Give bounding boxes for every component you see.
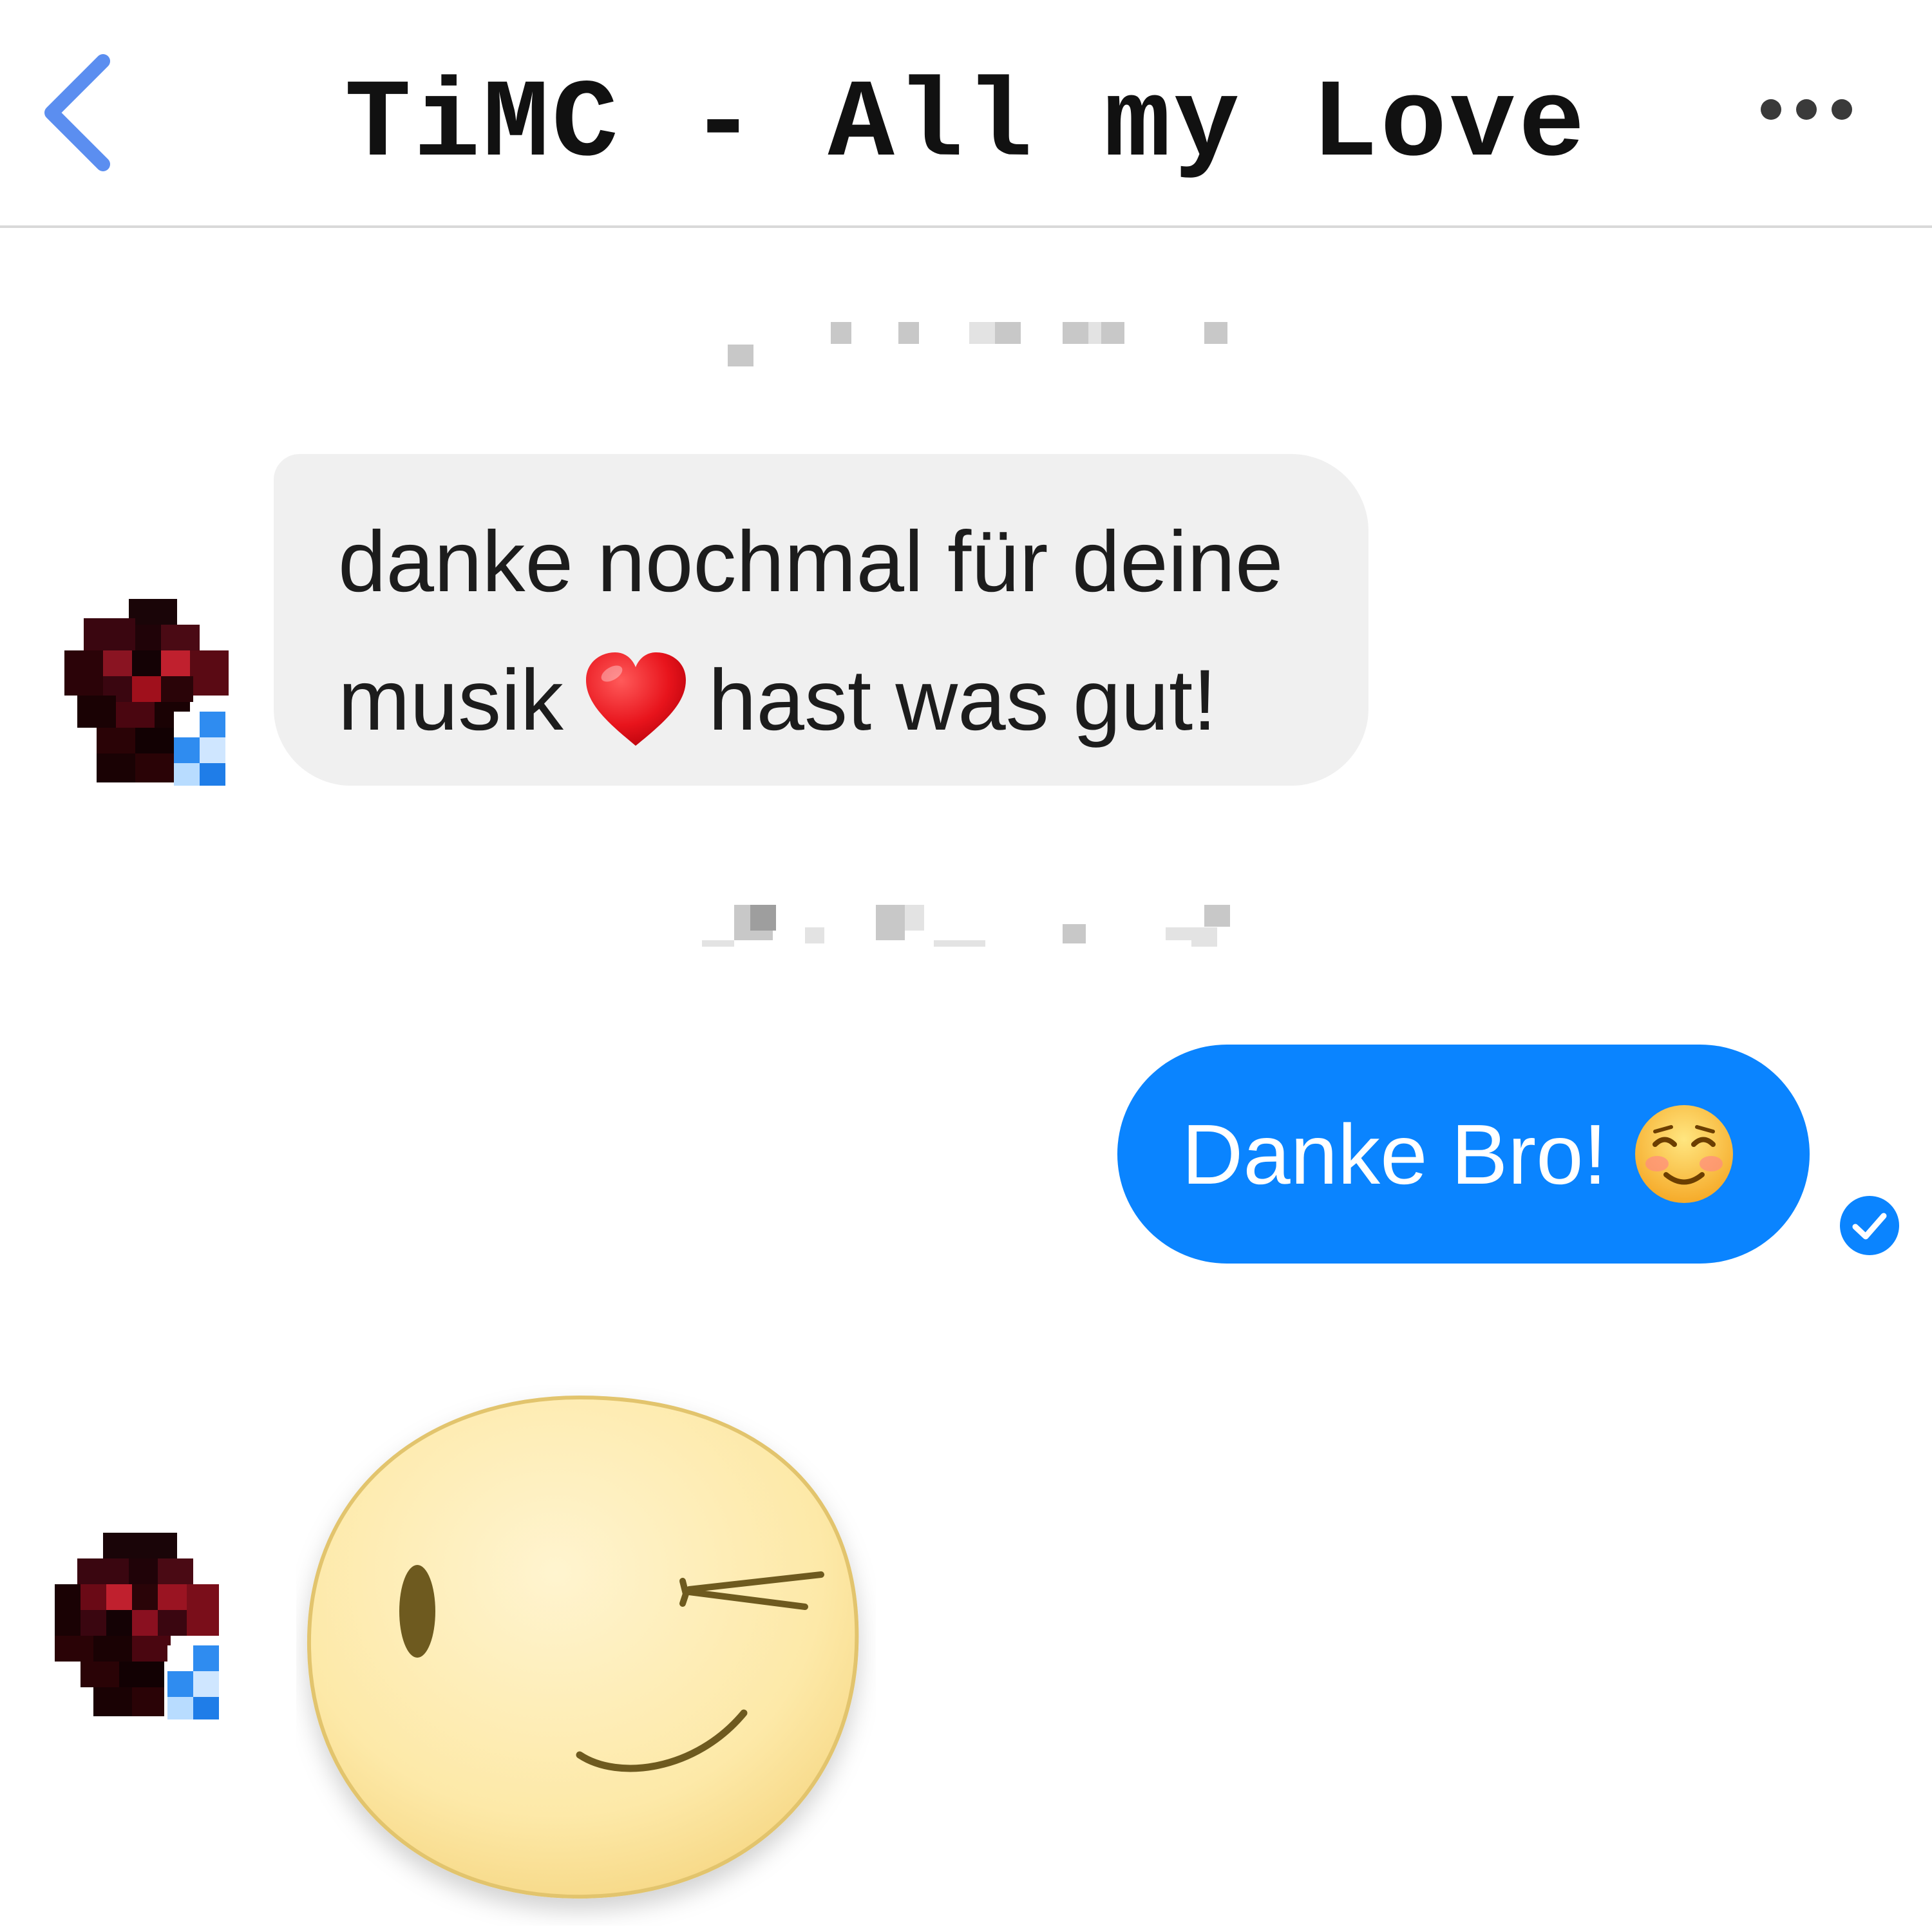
message-text-line: musik hast was gut!: [338, 631, 1323, 770]
avatar-image: [64, 599, 229, 786]
conversation-header: TiMC - All my Love: [0, 0, 1932, 228]
wink-face-sticker[interactable]: [296, 1385, 876, 1926]
message-text: Danke Bro!: [1182, 1106, 1607, 1202]
smiling-face-emoji-icon: [1633, 1103, 1736, 1206]
timestamp-redacted: [728, 316, 1230, 366]
outgoing-message-bubble[interactable]: Danke Bro!: [1117, 1045, 1810, 1264]
read-check-icon: [1839, 1195, 1900, 1256]
red-heart-emoji-icon: [583, 649, 689, 749]
avatar-image: [55, 1533, 219, 1719]
conversation-title[interactable]: TiMC - All my Love: [0, 61, 1932, 190]
wink-face-icon: [307, 1395, 859, 1899]
timestamp-redacted: [702, 902, 1236, 947]
contact-avatar[interactable]: [55, 1533, 248, 1726]
message-text: hast was gut!: [708, 652, 1217, 748]
incoming-message-bubble[interactable]: danke nochmal für deine musik hast was g…: [274, 454, 1368, 786]
more-options-button[interactable]: [1758, 93, 1855, 126]
message-text-line: danke nochmal für deine: [338, 514, 1283, 610]
more-horizontal-icon: [1761, 99, 1852, 120]
contact-avatar[interactable]: [58, 599, 251, 792]
message-text: musik: [338, 652, 564, 748]
